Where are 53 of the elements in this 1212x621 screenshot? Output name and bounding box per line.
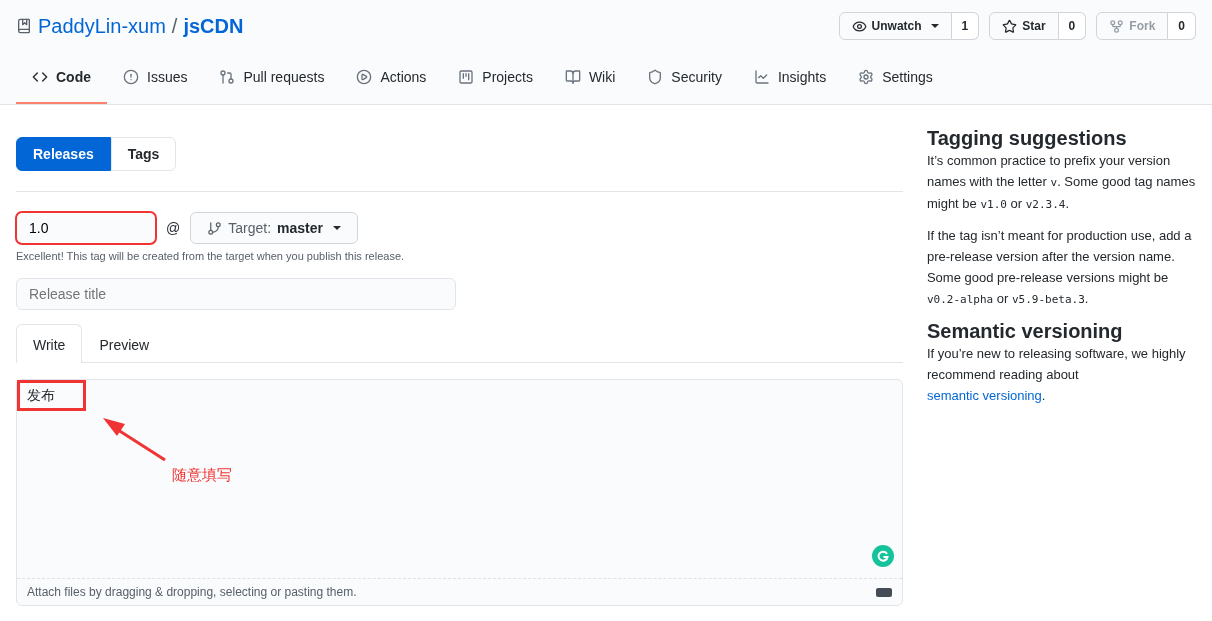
sidebar-paragraph: If the tag isn’t meant for production use, add a pre-release version after the version name. Some good pre-release versions might be v0.2-alpha or v5.9-beta.3. [926, 227, 1193, 308]
semantic-versioning-link[interactable]: semantic versioning [926, 388, 1042, 403]
count[interactable]: 1 [951, 12, 980, 40]
at-sign: @ [166, 220, 181, 236]
star-icon [1002, 18, 1018, 34]
subnav-tab[interactable]: Tags [110, 137, 177, 171]
repo-icon [16, 18, 32, 34]
eye-icon [851, 18, 867, 34]
sidebar-heading: Semantic versioning [926, 320, 1124, 343]
owner-link[interactable]: PaddyLin-xum [38, 14, 166, 38]
description-text: 发布 [17, 380, 86, 411]
book-icon [564, 69, 581, 85]
nav-tab[interactable]: Settings [842, 52, 949, 104]
path-separator: / [171, 14, 178, 38]
repo-name-link[interactable]: jsCDN [183, 14, 244, 38]
nav-tab[interactable]: Actions [340, 52, 443, 104]
settings-icon [858, 69, 875, 85]
subnav-tab[interactable]: Releases [16, 137, 111, 171]
attach-hint: Attach files by dragging & dropping, selecting or pasting them. [27, 585, 357, 599]
nav-tab[interactable]: Security [631, 52, 738, 104]
fork-icon [1109, 18, 1125, 34]
editor-tab[interactable]: Write [16, 324, 83, 363]
grammar-check-icon[interactable] [871, 545, 894, 567]
target-branch-button[interactable]: Target: master [190, 212, 358, 244]
nav-tab[interactable]: Projects [442, 52, 549, 104]
sidebar-paragraph: It’s common practice to prefix your version names with the letter v. Some good tag names might be v1.0 or v2.3.4. [926, 152, 1196, 213]
play-circle-icon [356, 69, 373, 85]
line-chart-icon [753, 69, 770, 85]
tag-note: Excellent! This tag will be created from the target when you publish this release. [16, 250, 406, 262]
alert-circle-icon [123, 69, 139, 85]
watch-button[interactable]: Unwatch [838, 12, 952, 40]
tag-input[interactable]: 1.0 [16, 212, 156, 244]
markdown-icon [875, 587, 892, 597]
nav-tab[interactable]: Code [16, 52, 107, 104]
branch-icon [207, 220, 223, 236]
board-icon [458, 69, 475, 85]
pull-request-icon [219, 69, 236, 85]
annotation-arrow [101, 416, 167, 462]
caret-icon [930, 24, 939, 28]
release-title-input[interactable]: Release title [16, 278, 456, 310]
caret-icon [332, 226, 341, 230]
nav-tab[interactable]: Insights [737, 52, 843, 104]
annotation-label: 随意填写 [172, 466, 232, 485]
nav-tab[interactable]: Issues [107, 52, 204, 104]
sidebar-heading: Tagging suggestions [926, 127, 1128, 150]
star-button[interactable]: Star [989, 12, 1059, 40]
nav-tab[interactable]: Pull requests [203, 52, 341, 104]
sidebar-paragraph: If you’re new to releasing software, we highly recommend reading about semantic versioning. [926, 345, 1187, 405]
count[interactable]: 0 [1058, 12, 1087, 40]
shield-icon [647, 69, 664, 85]
code-icon [32, 69, 48, 85]
editor-tab[interactable]: Preview [82, 324, 167, 363]
nav-tab[interactable]: Wiki [548, 52, 632, 104]
